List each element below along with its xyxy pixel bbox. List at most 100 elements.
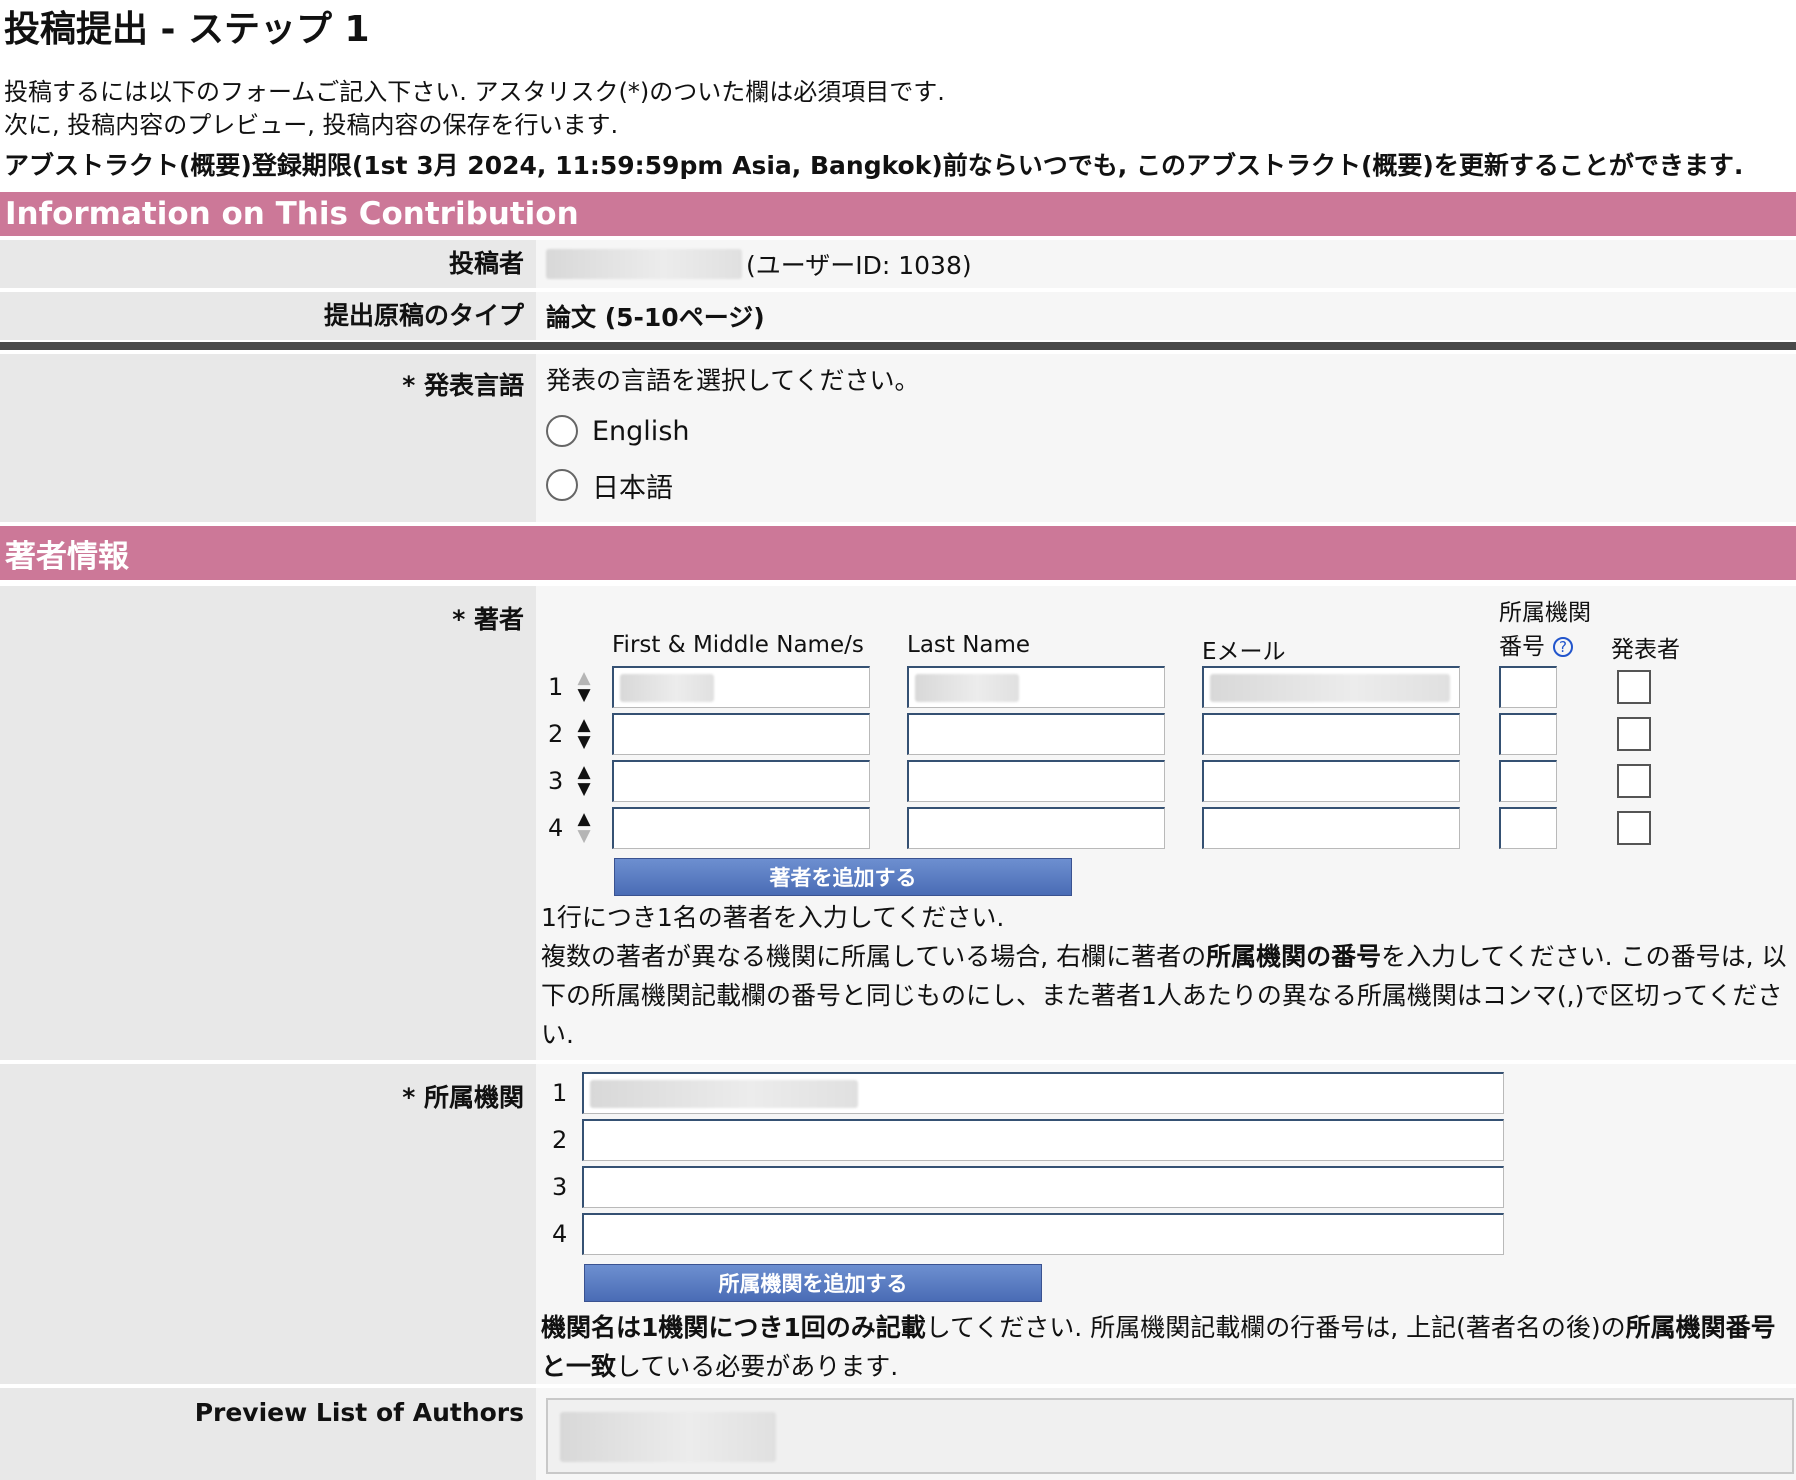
affiliation-row-number: 4 (552, 1220, 568, 1248)
authors-help-p2-bold: 所属機関の番号 (1206, 942, 1382, 971)
submission-type-row: 提出原稿のタイプ 論文 (5-10ページ) (0, 292, 1796, 340)
affiliation-input[interactable] (582, 1072, 1504, 1114)
preview-value (536, 1388, 1796, 1480)
col-header-last-name: Last Name (907, 632, 1031, 658)
preview-authors-box (546, 1398, 1794, 1474)
submitter-label: 投稿者 (0, 240, 536, 288)
submission-type-label: 提出原稿のタイプ (0, 292, 536, 340)
presenter-checkbox[interactable] (1617, 717, 1651, 751)
preview-authors-redacted (560, 1412, 776, 1462)
intro-line-2: 次に, 投稿内容のプレビュー, 投稿内容の保存を行います. (4, 111, 619, 139)
reorder-arrows[interactable]: ▲ ▼ (572, 666, 596, 708)
authors-help-text: 1行につき1名の著者を入力してください. 複数の著者が異なる機関に所属している場… (541, 898, 1791, 1054)
language-option-japanese[interactable]: 日本語 (546, 458, 1796, 512)
col-header-affiliation-line1: 所属機関 (1499, 600, 1591, 626)
first-name-redacted (620, 674, 714, 702)
move-down-icon[interactable]: ▼ (577, 781, 590, 798)
move-down-icon[interactable]: ▼ (577, 828, 590, 845)
authors-help-paragraph: 複数の著者が異なる機関に所属している場合, 右欄に著者の所属機関の番号を入力して… (541, 937, 1791, 1054)
email-input[interactable] (1202, 760, 1460, 802)
col-header-first-name: First & Middle Name/s (612, 632, 864, 658)
author-row-number: 2 (548, 720, 564, 748)
divider (0, 342, 1796, 350)
authors-label: * 著者 (0, 586, 536, 1060)
help-icon[interactable]: ? (1553, 637, 1573, 657)
presenter-checkbox[interactable] (1617, 811, 1651, 845)
intro-line-1: 投稿するには以下のフォームご記入下さい. アスタリスク(*)のついた欄は必須項目… (4, 78, 945, 106)
submission-type-value: 論文 (5-10ページ) (536, 292, 1796, 340)
first-name-input[interactable] (612, 666, 870, 708)
move-down-icon[interactable]: ▼ (577, 734, 590, 751)
last-name-redacted (915, 674, 1019, 702)
page-title: 投稿提出 - ステップ 1 (4, 9, 370, 50)
language-value: 発表の言語を選択してください。 English 日本語 (536, 354, 1796, 522)
add-affiliation-button[interactable]: 所属機関を追加する (584, 1264, 1042, 1302)
authors-row: * 著者 First & Middle Name/s Last Name Eメー… (0, 586, 1796, 1064)
affiliation-row-number: 3 (552, 1173, 568, 1201)
affiliations-value: 1 2 3 4 所属機関を追加する 機関名は1機関につき1回のみ記載してください… (536, 1064, 1796, 1384)
author-row-number: 1 (548, 673, 564, 701)
affiliation-input[interactable] (582, 1166, 1504, 1208)
preview-row: Preview List of Authors (0, 1388, 1796, 1480)
affiliation-row-number: 1 (552, 1079, 568, 1107)
first-name-input[interactable] (612, 713, 870, 755)
author-row: 4 ▲ ▼ (548, 807, 596, 849)
reorder-arrows[interactable]: ▲ ▼ (572, 807, 596, 849)
author-row: 1 ▲ ▼ (548, 666, 596, 708)
col-header-email: Eメール (1202, 639, 1286, 665)
add-author-button[interactable]: 著者を追加する (614, 858, 1072, 896)
author-row: 2 ▲ ▼ (548, 713, 596, 755)
first-name-input[interactable] (612, 807, 870, 849)
email-input[interactable] (1202, 666, 1460, 708)
affiliations-row: * 所属機関 1 2 3 4 所属機関を追加する 機関名は1機関につき1回のみ記… (0, 1064, 1796, 1388)
radio-japanese-label: 日本語 (592, 472, 673, 504)
intro-text: 投稿するには以下のフォームご記入下さい. アスタリスク(*)のついた欄は必須項目… (0, 58, 1796, 142)
radio-japanese[interactable] (546, 469, 578, 501)
affiliation-redacted (590, 1080, 858, 1108)
affiliation-number-input[interactable] (1499, 807, 1557, 849)
radio-english-label: English (592, 415, 690, 447)
submitter-row: 投稿者 (ユーザーID: 1038) (0, 240, 1796, 292)
email-input[interactable] (1202, 713, 1460, 755)
submitter-id: (ユーザーID: 1038) (746, 251, 972, 280)
reorder-arrows[interactable]: ▲ ▼ (572, 760, 596, 802)
language-option-english[interactable]: English (546, 404, 1796, 458)
affiliation-number-input[interactable] (1499, 666, 1557, 708)
last-name-input[interactable] (907, 666, 1165, 708)
affiliation-input[interactable] (582, 1119, 1504, 1161)
section-header-contribution: Information on This Contribution (0, 192, 1796, 236)
language-label: * 発表言語 (0, 354, 536, 522)
presenter-checkbox[interactable] (1617, 670, 1651, 704)
last-name-input[interactable] (907, 713, 1165, 755)
presenter-checkbox[interactable] (1617, 764, 1651, 798)
affiliation-number-input[interactable] (1499, 713, 1557, 755)
affiliation-row-number: 2 (552, 1126, 568, 1154)
col-header-affiliation-number: 所属機関 番号? (1499, 596, 1591, 664)
section-header-authors: 著者情報 (0, 526, 1796, 580)
col-header-affiliation-line2: 番号 (1499, 634, 1545, 660)
last-name-input[interactable] (907, 760, 1165, 802)
language-row: * 発表言語 発表の言語を選択してください。 English 日本語 (0, 354, 1796, 526)
reorder-arrows[interactable]: ▲ ▼ (572, 713, 596, 755)
authors-help-line-1: 1行につき1名の著者を入力してください. (541, 903, 1005, 932)
preview-label: Preview List of Authors (0, 1388, 536, 1480)
affiliation-number-input[interactable] (1499, 760, 1557, 802)
affiliation-input[interactable] (582, 1213, 1504, 1255)
radio-english[interactable] (546, 415, 578, 447)
col-header-presenter: 発表者 (1611, 637, 1680, 663)
email-redacted (1210, 674, 1450, 702)
affiliations-help-end: している必要があります. (616, 1352, 899, 1381)
affiliations-help-bold-1: 機関名は1機関につき1回のみ記載 (541, 1313, 926, 1342)
email-input[interactable] (1202, 807, 1460, 849)
last-name-input[interactable] (907, 807, 1165, 849)
affiliations-help-text: 機関名は1機関につき1回のみ記載してください. 所属機関記載欄の行番号は, 上記… (541, 1308, 1791, 1386)
first-name-input[interactable] (612, 760, 870, 802)
authors-value: First & Middle Name/s Last Name Eメール 所属機… (536, 586, 1796, 1060)
author-row-number: 3 (548, 767, 564, 795)
author-row: 3 ▲ ▼ (548, 760, 596, 802)
submitter-value: (ユーザーID: 1038) (536, 240, 1796, 288)
authors-help-p2-a: 複数の著者が異なる機関に所属している場合, 右欄に著者の (541, 942, 1207, 971)
submitter-name-redacted (546, 249, 742, 279)
move-down-icon[interactable]: ▼ (577, 687, 590, 704)
affiliations-label: * 所属機関 (0, 1064, 536, 1384)
